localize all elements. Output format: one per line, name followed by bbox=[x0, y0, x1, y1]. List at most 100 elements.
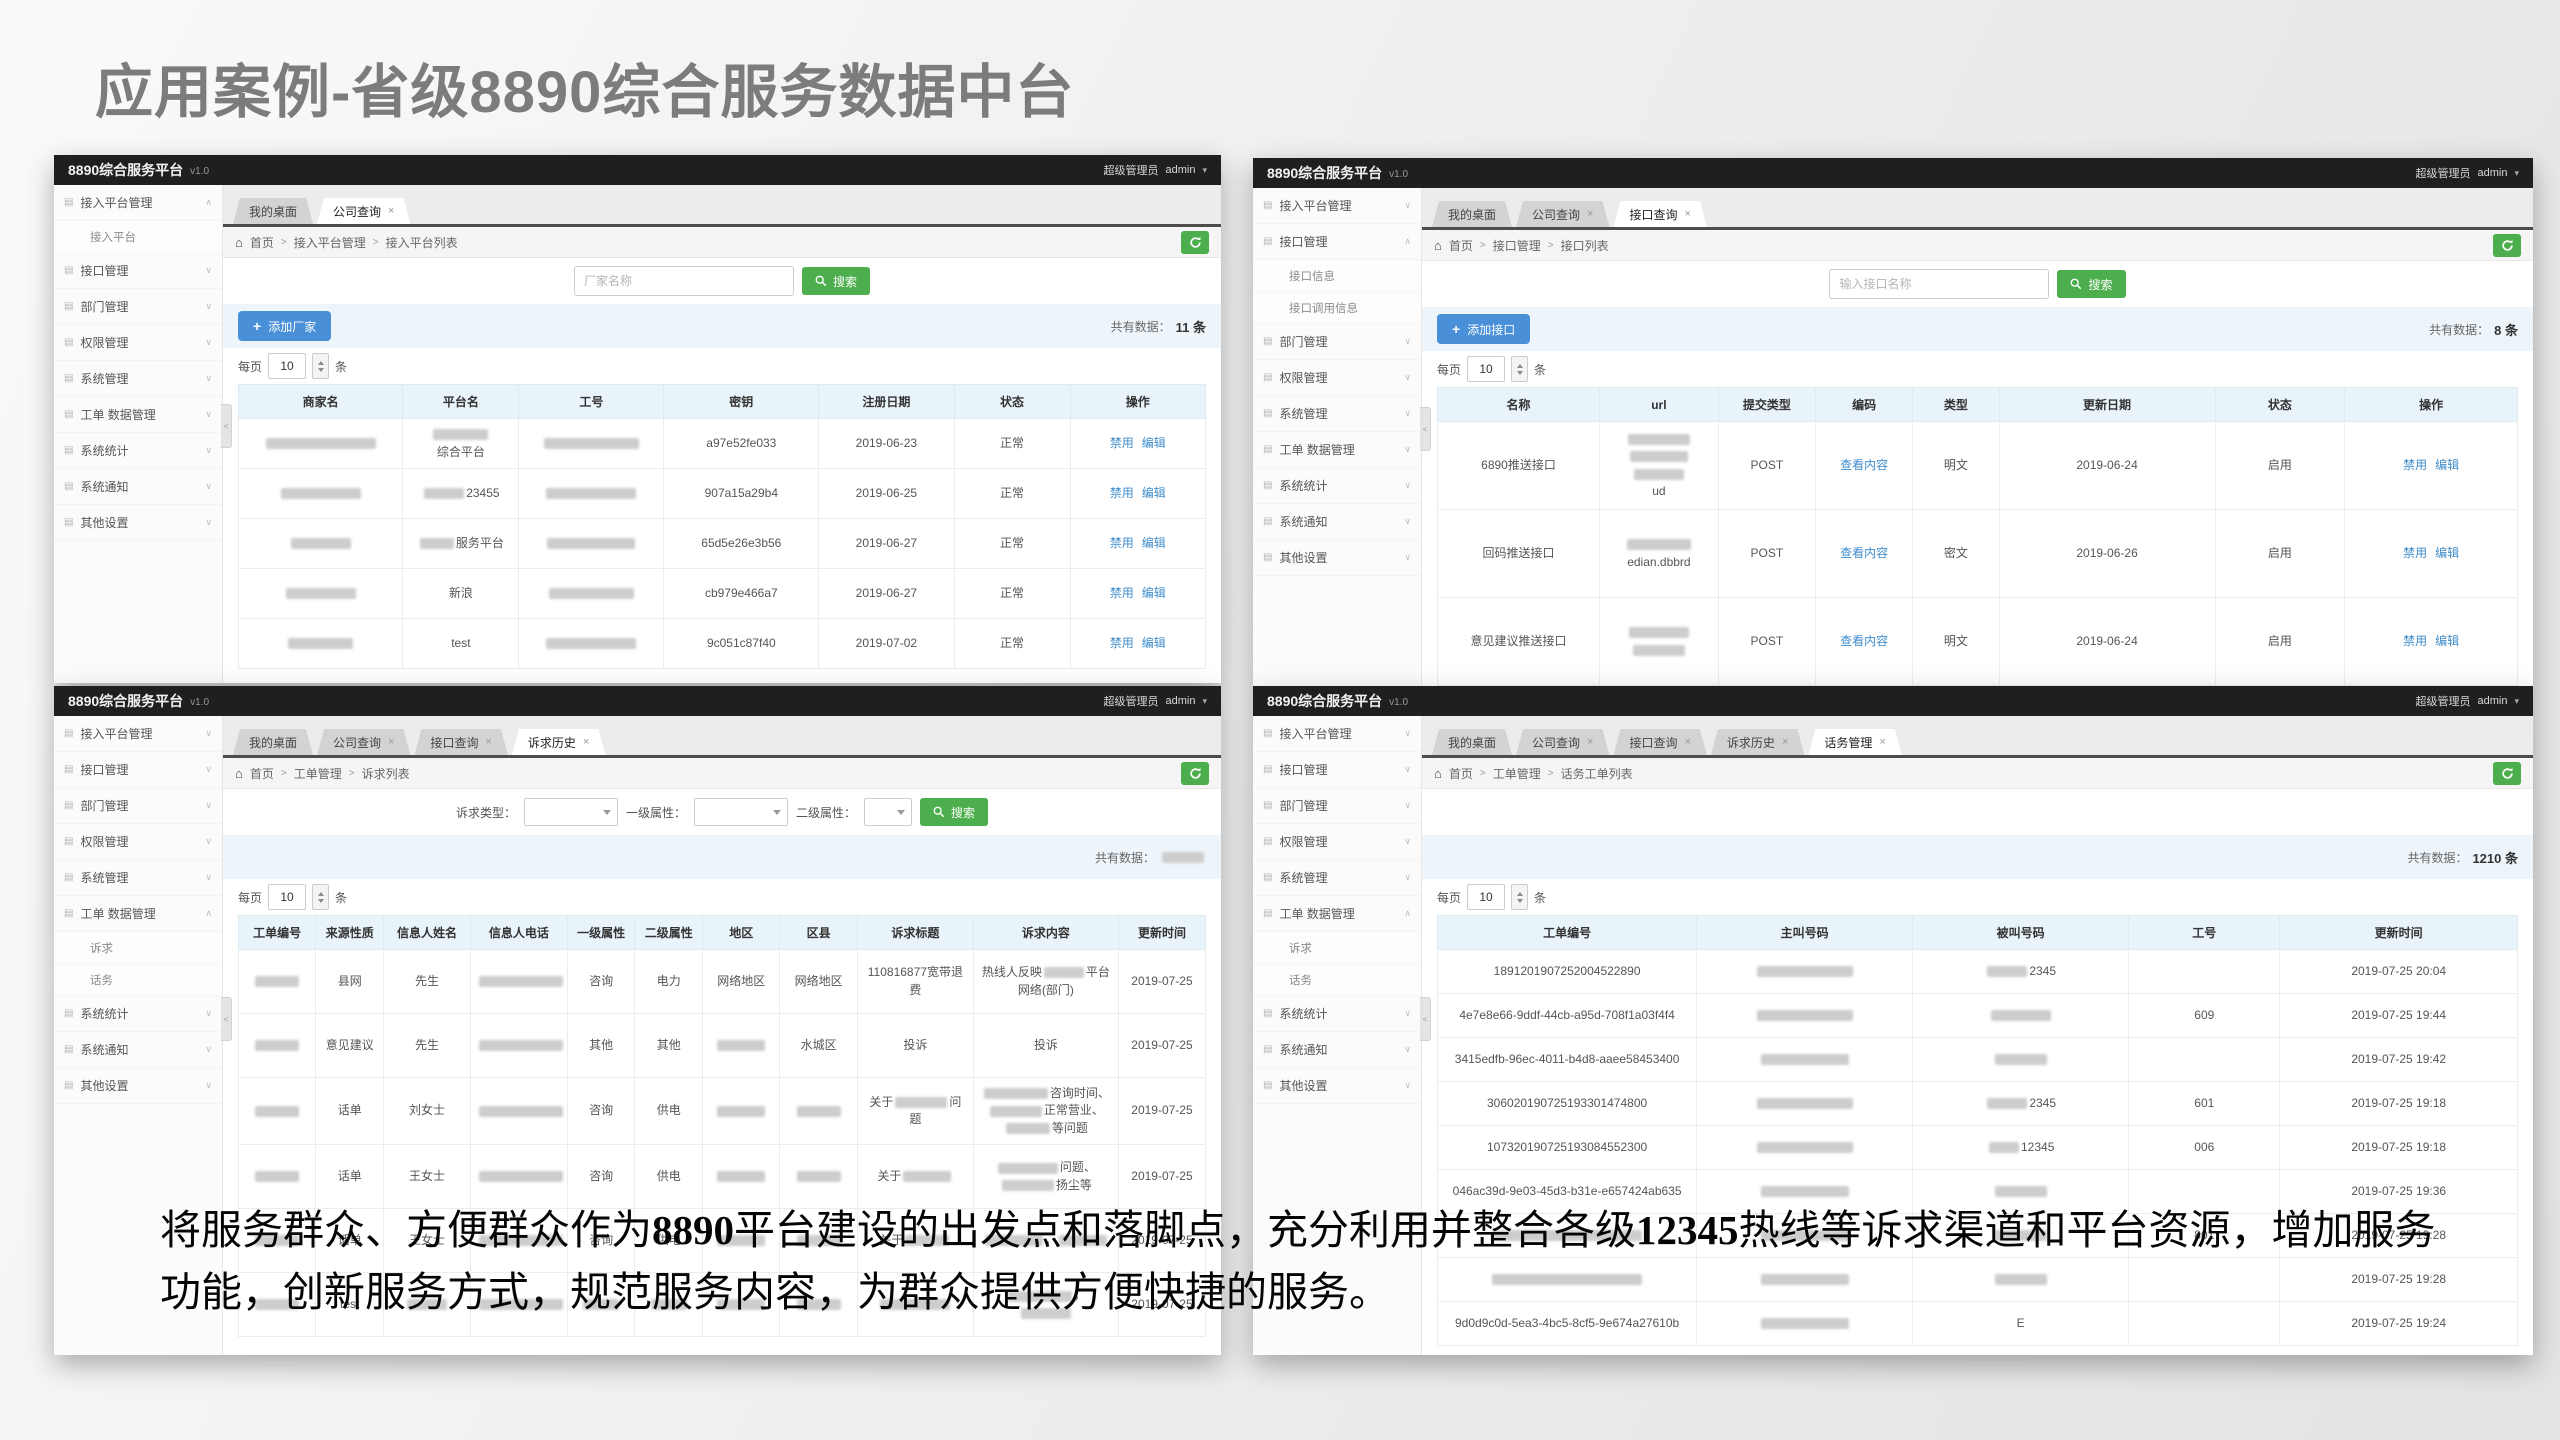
tab-诉求历史[interactable]: 诉求历史× bbox=[1711, 729, 1804, 755]
sidebar-item[interactable]: ▤系统管理∨ bbox=[54, 361, 222, 397]
sidebar-subitem[interactable]: 接口信息 bbox=[1253, 260, 1421, 292]
search-input[interactable] bbox=[574, 266, 794, 296]
action-link[interactable]: 禁用 bbox=[2403, 634, 2427, 648]
search-button[interactable]: 搜索 bbox=[2057, 270, 2125, 298]
breadcrumb-item[interactable]: 接口管理 bbox=[1493, 237, 1541, 254]
breadcrumb-item[interactable]: 工单管理 bbox=[1493, 765, 1541, 782]
user-menu[interactable]: 超级管理员admin▾ bbox=[2416, 165, 2520, 181]
tab-我的桌面[interactable]: 我的桌面 bbox=[233, 729, 313, 755]
action-link[interactable]: 禁用 bbox=[2403, 458, 2427, 472]
sidebar-item[interactable]: ▤其他设置∨ bbox=[54, 1068, 222, 1104]
breadcrumb-item[interactable]: 接入平台管理 bbox=[294, 234, 366, 251]
close-icon[interactable]: × bbox=[388, 736, 394, 748]
tab-接口查询[interactable]: 接口查询× bbox=[414, 729, 507, 755]
user-menu[interactable]: 超级管理员admin▾ bbox=[2416, 693, 2520, 709]
refresh-button[interactable] bbox=[2493, 234, 2521, 257]
sidebar-item[interactable]: ▤工单 数据管理∨ bbox=[54, 397, 222, 433]
tab-我的桌面[interactable]: 我的桌面 bbox=[1432, 729, 1512, 755]
sidebar-item[interactable]: ▤权限管理∨ bbox=[54, 325, 222, 361]
filter-select[interactable] bbox=[864, 798, 912, 826]
user-menu[interactable]: 超级管理员admin▾ bbox=[1104, 693, 1208, 709]
breadcrumb-item[interactable]: 首页 bbox=[1449, 237, 1473, 254]
sidebar-item[interactable]: ▤系统通知∨ bbox=[1253, 1032, 1421, 1068]
tab-接口查询[interactable]: 接口查询× bbox=[1613, 201, 1706, 227]
close-icon[interactable]: × bbox=[485, 736, 491, 748]
sidebar-collapse-handle[interactable]: < bbox=[221, 404, 232, 448]
sidebar-item[interactable]: ▤工单 数据管理∧ bbox=[54, 896, 222, 932]
per-page-spinner[interactable] bbox=[312, 353, 329, 379]
breadcrumb-item[interactable]: 首页 bbox=[1449, 765, 1473, 782]
per-page-input[interactable]: 10 bbox=[1467, 884, 1505, 910]
sidebar-item[interactable]: ▤部门管理∨ bbox=[1253, 324, 1421, 360]
per-page-input[interactable]: 10 bbox=[1467, 356, 1505, 382]
sidebar-collapse-handle[interactable]: < bbox=[221, 997, 232, 1041]
sidebar-subitem[interactable]: 话务 bbox=[54, 964, 222, 996]
action-link[interactable]: 禁用 bbox=[1110, 636, 1134, 650]
per-page-spinner[interactable] bbox=[312, 884, 329, 910]
action-link[interactable]: 禁用 bbox=[1110, 536, 1134, 550]
close-icon[interactable]: × bbox=[388, 205, 394, 217]
sidebar-item[interactable]: ▤系统通知∨ bbox=[54, 1032, 222, 1068]
action-link[interactable]: 编辑 bbox=[1142, 636, 1166, 650]
sidebar-item[interactable]: ▤部门管理∨ bbox=[54, 788, 222, 824]
action-link[interactable]: 禁用 bbox=[1110, 436, 1134, 450]
tab-公司查询[interactable]: 公司查询× bbox=[317, 729, 410, 755]
per-page-input[interactable]: 10 bbox=[268, 353, 306, 379]
sidebar-subitem[interactable]: 话务 bbox=[1253, 964, 1421, 996]
close-icon[interactable]: × bbox=[1684, 208, 1690, 220]
sidebar-item[interactable]: ▤权限管理∨ bbox=[1253, 824, 1421, 860]
action-link[interactable]: 查看内容 bbox=[1840, 634, 1888, 648]
sidebar-item[interactable]: ▤部门管理∨ bbox=[1253, 788, 1421, 824]
filter-select[interactable] bbox=[524, 798, 618, 826]
tab-接口查询[interactable]: 接口查询× bbox=[1613, 729, 1706, 755]
sidebar-subitem[interactable]: 接口调用信息 bbox=[1253, 292, 1421, 324]
sidebar-item[interactable]: ▤接口管理∨ bbox=[54, 752, 222, 788]
tab-我的桌面[interactable]: 我的桌面 bbox=[233, 198, 313, 224]
sidebar-item[interactable]: ▤其他设置∨ bbox=[1253, 1068, 1421, 1104]
sidebar-item[interactable]: ▤接入平台管理∨ bbox=[1253, 716, 1421, 752]
sidebar-item[interactable]: ▤权限管理∨ bbox=[54, 824, 222, 860]
sidebar-item[interactable]: ▤系统统计∨ bbox=[54, 996, 222, 1032]
sidebar-item[interactable]: ▤系统统计∨ bbox=[1253, 468, 1421, 504]
action-link[interactable]: 禁用 bbox=[1110, 586, 1134, 600]
sidebar-item[interactable]: ▤接入平台管理∧ bbox=[54, 185, 222, 221]
action-link[interactable]: 禁用 bbox=[2403, 546, 2427, 560]
breadcrumb-item[interactable]: 首页 bbox=[250, 234, 274, 251]
close-icon[interactable]: × bbox=[1587, 208, 1593, 220]
sidebar-item[interactable]: ▤系统统计∨ bbox=[54, 433, 222, 469]
sidebar-item[interactable]: ▤接入平台管理∨ bbox=[1253, 188, 1421, 224]
breadcrumb-item[interactable]: 首页 bbox=[250, 765, 274, 782]
sidebar-subitem[interactable]: 诉求 bbox=[54, 932, 222, 964]
tab-我的桌面[interactable]: 我的桌面 bbox=[1432, 201, 1512, 227]
add-button[interactable]: +添加厂家 bbox=[238, 311, 331, 341]
sidebar-item[interactable]: ▤接入平台管理∨ bbox=[54, 716, 222, 752]
sidebar-item[interactable]: ▤系统通知∨ bbox=[1253, 504, 1421, 540]
sidebar-item[interactable]: ▤其他设置∨ bbox=[54, 505, 222, 541]
search-input[interactable] bbox=[1829, 269, 2049, 299]
sidebar-item[interactable]: ▤权限管理∨ bbox=[1253, 360, 1421, 396]
action-link[interactable]: 编辑 bbox=[1142, 486, 1166, 500]
close-icon[interactable]: × bbox=[1684, 736, 1690, 748]
close-icon[interactable]: × bbox=[1782, 736, 1788, 748]
action-link[interactable]: 编辑 bbox=[1142, 536, 1166, 550]
close-icon[interactable]: × bbox=[1879, 736, 1885, 748]
tab-公司查询[interactable]: 公司查询× bbox=[317, 198, 410, 224]
sidebar-item[interactable]: ▤工单 数据管理∧ bbox=[1253, 896, 1421, 932]
per-page-spinner[interactable] bbox=[1511, 884, 1528, 910]
action-link[interactable]: 查看内容 bbox=[1840, 458, 1888, 472]
filter-select[interactable] bbox=[694, 798, 788, 826]
sidebar-item[interactable]: ▤接口管理∨ bbox=[1253, 752, 1421, 788]
sidebar-item[interactable]: ▤其他设置∨ bbox=[1253, 540, 1421, 576]
refresh-button[interactable] bbox=[1181, 762, 1209, 785]
close-icon[interactable]: × bbox=[583, 736, 589, 748]
per-page-input[interactable]: 10 bbox=[268, 884, 306, 910]
add-button[interactable]: +添加接口 bbox=[1437, 314, 1530, 344]
sidebar-item[interactable]: ▤系统通知∨ bbox=[54, 469, 222, 505]
tab-话务管理[interactable]: 话务管理× bbox=[1808, 729, 1901, 755]
close-icon[interactable]: × bbox=[1587, 736, 1593, 748]
refresh-button[interactable] bbox=[1181, 231, 1209, 254]
action-link[interactable]: 编辑 bbox=[2435, 634, 2459, 648]
action-link[interactable]: 编辑 bbox=[1142, 586, 1166, 600]
refresh-button[interactable] bbox=[2493, 762, 2521, 785]
search-button[interactable]: 搜索 bbox=[802, 267, 870, 295]
